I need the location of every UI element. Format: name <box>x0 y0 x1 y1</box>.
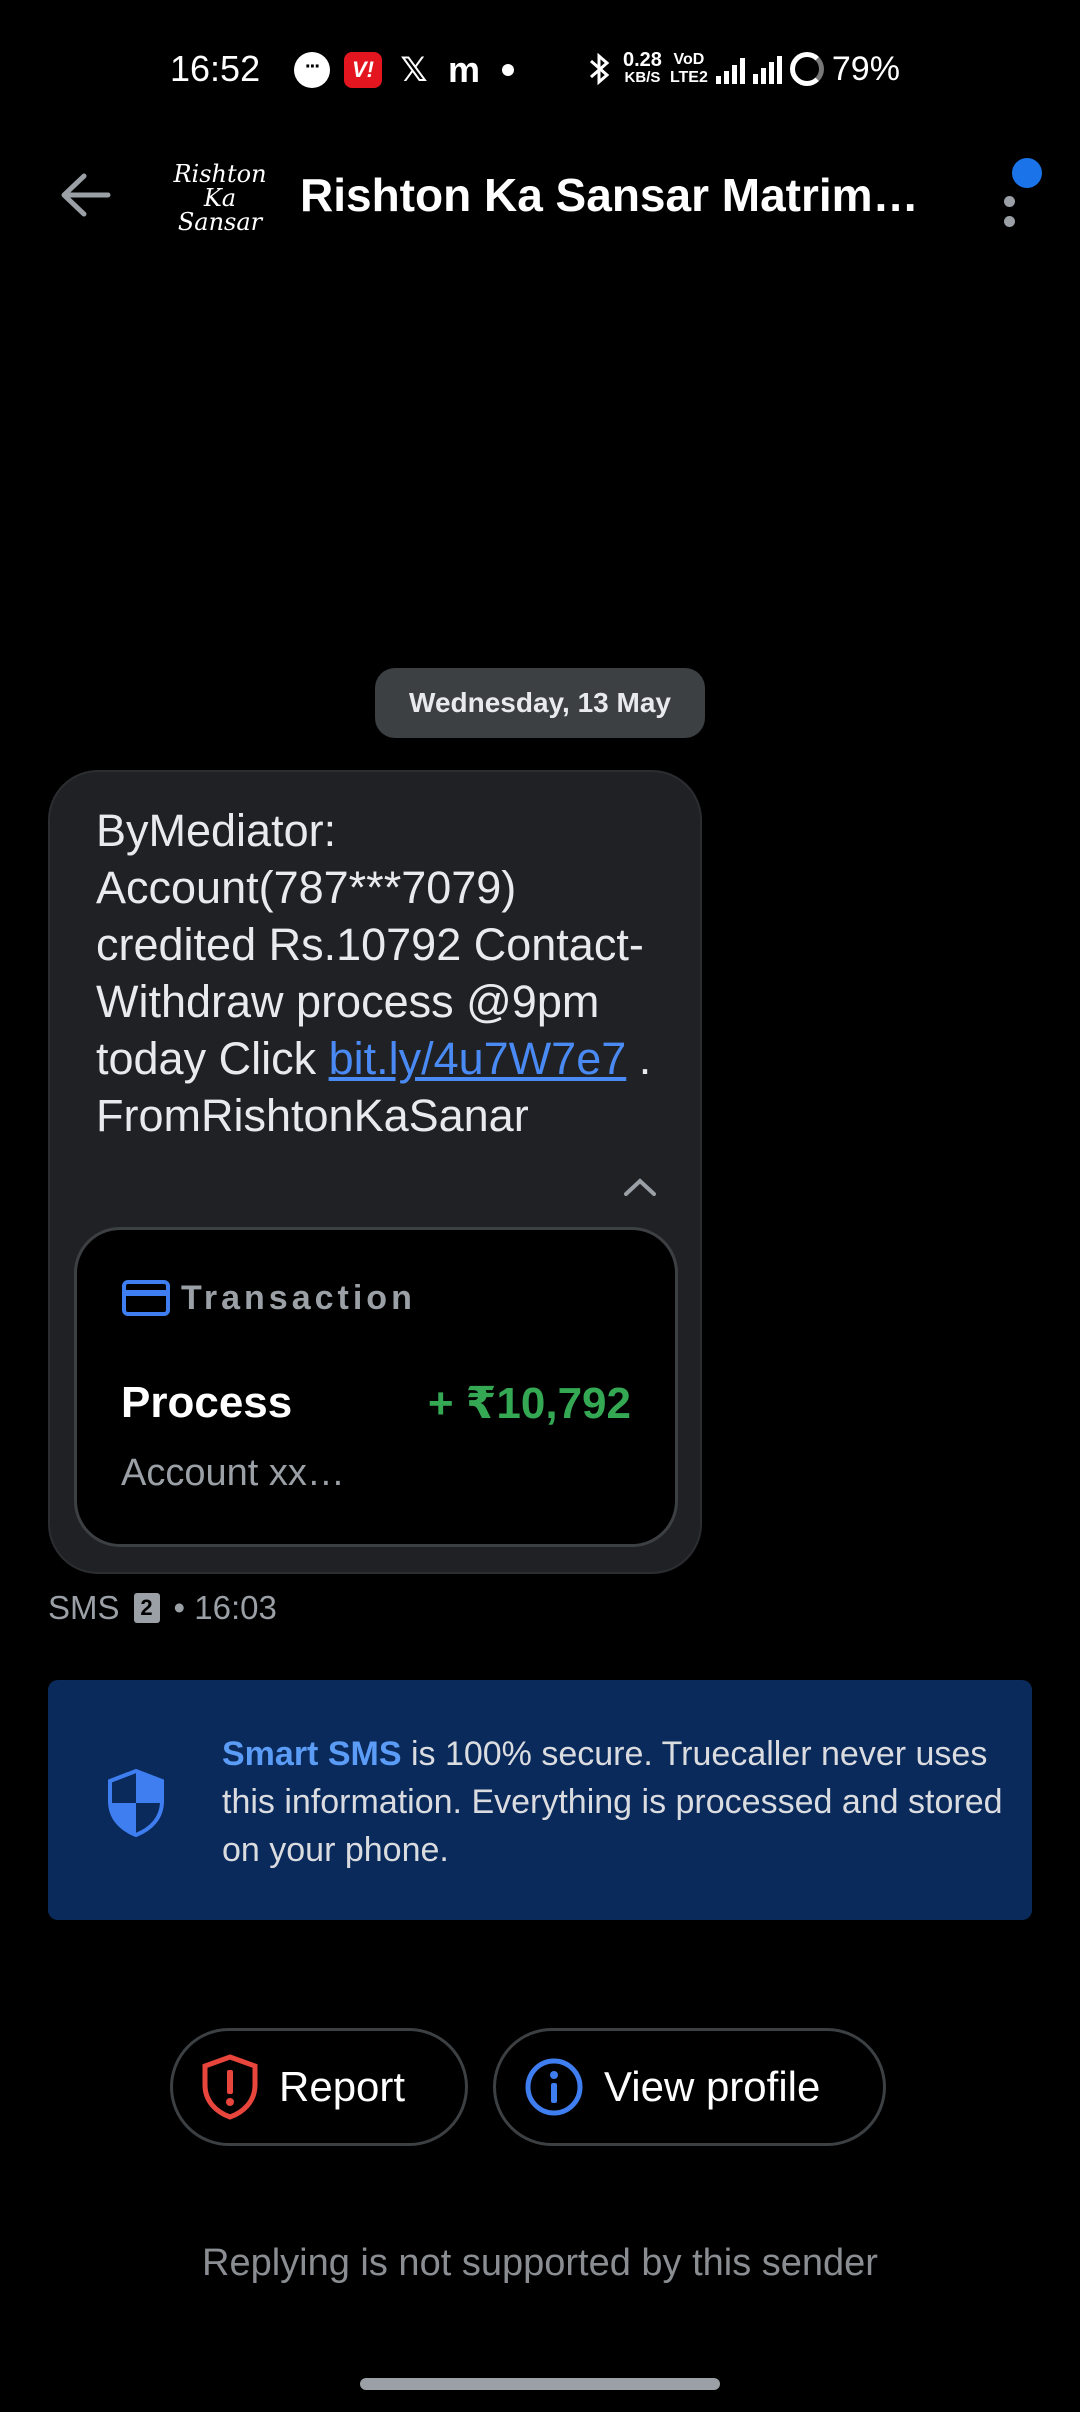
kebab-dot <box>1004 216 1015 227</box>
report-button[interactable]: Report <box>170 2028 468 2146</box>
vi-app-icon: V! <box>344 52 382 88</box>
credit-card-icon <box>122 1280 170 1316</box>
more-options-button[interactable] <box>990 158 1042 238</box>
arrow-left-icon <box>61 173 111 217</box>
notification-badge-icon <box>1012 158 1042 188</box>
transaction-amount: + ₹10,792 <box>427 1379 631 1428</box>
message-channel: SMS <box>48 1589 120 1626</box>
m-app-icon: m <box>447 49 480 90</box>
status-bar: 16:52 V! 𝕏 m 0.28 KB/S VoD LTE2 79% <box>0 0 1080 140</box>
chat-notification-icon <box>294 52 330 88</box>
message-link[interactable]: bit.ly/4u7W7e7 <box>329 1033 627 1084</box>
view-profile-label: View profile <box>604 2063 821 2110</box>
conversation-header: Rishton Ka Sansar Rishton Ka Sansar Matr… <box>0 140 1080 250</box>
signal-sim1-icon <box>715 54 745 84</box>
sender-name[interactable]: Rishton Ka Sansar Matrimony <box>300 168 940 222</box>
report-shield-icon <box>202 2054 258 2120</box>
collapse-button[interactable] <box>610 1162 670 1212</box>
back-button[interactable] <box>50 165 120 225</box>
info-icon <box>525 2058 583 2116</box>
sim-icon: 2 <box>133 1593 160 1623</box>
view-profile-button[interactable]: View profile <box>493 2028 886 2146</box>
transaction-title: Process <box>121 1378 293 1427</box>
smart-sms-banner: Smart SMS is 100% secure. Truecaller nev… <box>48 1680 1032 1920</box>
smart-sms-text: Smart SMS is 100% secure. Truecaller nev… <box>222 1735 1003 1869</box>
kebab-dot <box>1004 196 1015 207</box>
transaction-account: Account xx… <box>121 1452 345 1494</box>
reply-unsupported-note: Replying is not supported by this sender <box>202 2242 878 2284</box>
bluetooth-icon <box>590 52 610 86</box>
message-meta: SMS 2 • 16:03 <box>48 1588 277 1628</box>
message-text: ByMediator: Account(787***7079) credited… <box>96 805 652 1141</box>
volte-indicator: VoD LTE2 <box>669 51 708 86</box>
transaction-header: Transaction <box>121 1278 416 1318</box>
notification-icons: V! 𝕏 m <box>294 48 514 92</box>
sender-avatar[interactable]: Rishton Ka Sansar <box>172 150 268 246</box>
status-time: 16:52 <box>170 48 261 89</box>
message-bubble[interactable]: ByMediator: Account(787***7079) credited… <box>48 770 702 1574</box>
system-icons: 0.28 KB/S VoD LTE2 79% <box>585 44 900 94</box>
transaction-card[interactable]: Transaction Process + ₹10,792 Account xx… <box>74 1227 678 1547</box>
smart-sms-brand[interactable]: Smart SMS <box>222 1735 402 1773</box>
home-indicator[interactable] <box>360 2378 720 2390</box>
battery-ring-icon <box>789 52 824 86</box>
more-notifications-dot-icon <box>502 64 514 76</box>
date-separator: Wednesday, 13 May <box>375 668 705 738</box>
signal-5g-icon <box>752 54 782 84</box>
message-time: • 16:03 <box>173 1589 277 1626</box>
report-label: Report <box>279 2063 406 2110</box>
chevron-up-icon <box>624 1178 656 1196</box>
shield-icon <box>108 1768 164 1838</box>
transaction-label: Transaction <box>181 1278 416 1317</box>
battery-percentage: 79% <box>831 49 900 88</box>
data-speed: 0.28 KB/S <box>623 49 662 86</box>
x-app-icon: 𝕏 <box>400 51 428 89</box>
